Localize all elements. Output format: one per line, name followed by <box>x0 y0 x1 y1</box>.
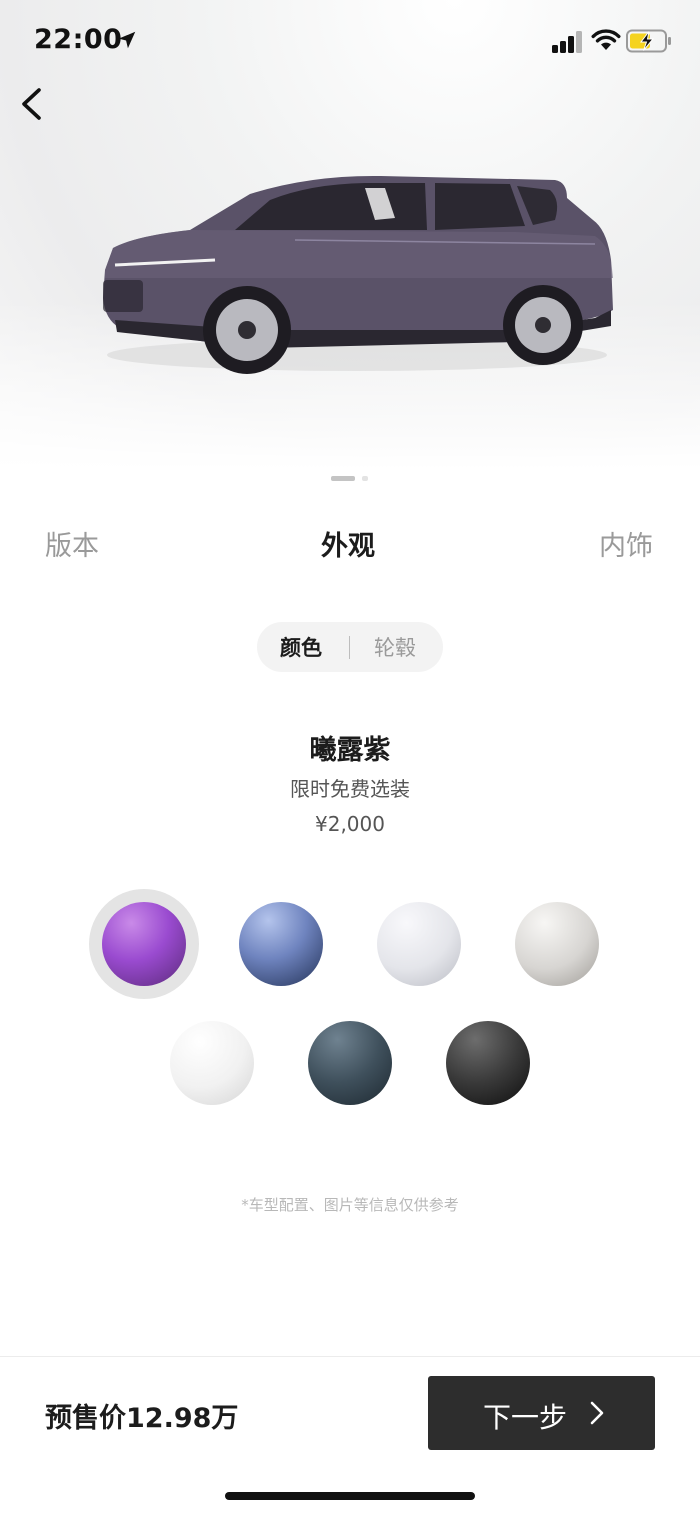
swatch-fill <box>239 902 323 986</box>
pager-dot-active[interactable] <box>331 476 355 481</box>
back-chevron-icon <box>22 88 41 120</box>
segment-wheel[interactable]: 轮毂 <box>374 632 416 662</box>
bottom-divider <box>0 1356 700 1357</box>
color-swatch-black[interactable] <box>433 1008 543 1118</box>
segment-divider <box>349 636 350 659</box>
back-button[interactable] <box>14 82 54 126</box>
selected-color-name: 曦露紫 <box>309 735 391 766</box>
swatch-fill <box>515 902 599 986</box>
config-tabs: 版本 外观 内饰 <box>0 524 700 568</box>
location-arrow-icon <box>118 31 136 49</box>
swatch-fill <box>446 1021 530 1105</box>
disclaimer-text: *车型配置、图片等信息仅供参考 <box>241 1196 459 1214</box>
color-swatch-blue[interactable] <box>226 889 336 999</box>
swatch-fill <box>170 1021 254 1105</box>
color-swatch-silver[interactable] <box>364 889 474 999</box>
color-swatch-purple[interactable] <box>89 889 199 999</box>
exterior-segment-control: 颜色 轮毂 <box>257 622 443 672</box>
swatch-fill <box>308 1021 392 1105</box>
home-indicator <box>225 1492 475 1500</box>
tab-version[interactable]: 版本 <box>45 524 99 563</box>
wifi-icon <box>591 29 621 50</box>
tab-interior[interactable]: 内饰 <box>599 524 653 563</box>
segment-color[interactable]: 颜色 <box>280 632 322 662</box>
color-swatch-dark-green[interactable] <box>295 1008 405 1118</box>
tab-exterior[interactable]: 外观 <box>321 524 375 563</box>
status-bar: 22:00 <box>0 0 700 84</box>
chevron-right-icon <box>590 1401 604 1425</box>
pager-dot[interactable] <box>362 476 368 481</box>
swatch-fill <box>102 902 186 986</box>
cellular-signal-icon <box>552 31 582 53</box>
color-swatch-white[interactable] <box>157 1008 267 1118</box>
next-step-label: 下一步 <box>483 1401 568 1434</box>
color-swatch-gray[interactable] <box>502 889 612 999</box>
car-image <box>103 175 613 374</box>
battery-charging-icon <box>626 29 671 53</box>
selected-color-price: ¥2,000 <box>315 812 385 836</box>
selected-color-note: 限时免费选装 <box>290 777 410 801</box>
presale-price: 预售价12.98万 <box>45 1403 239 1434</box>
swatch-fill <box>377 902 461 986</box>
status-time: 22:00 <box>34 24 123 55</box>
next-step-button[interactable]: 下一步 <box>428 1376 655 1450</box>
image-pager <box>0 476 700 482</box>
